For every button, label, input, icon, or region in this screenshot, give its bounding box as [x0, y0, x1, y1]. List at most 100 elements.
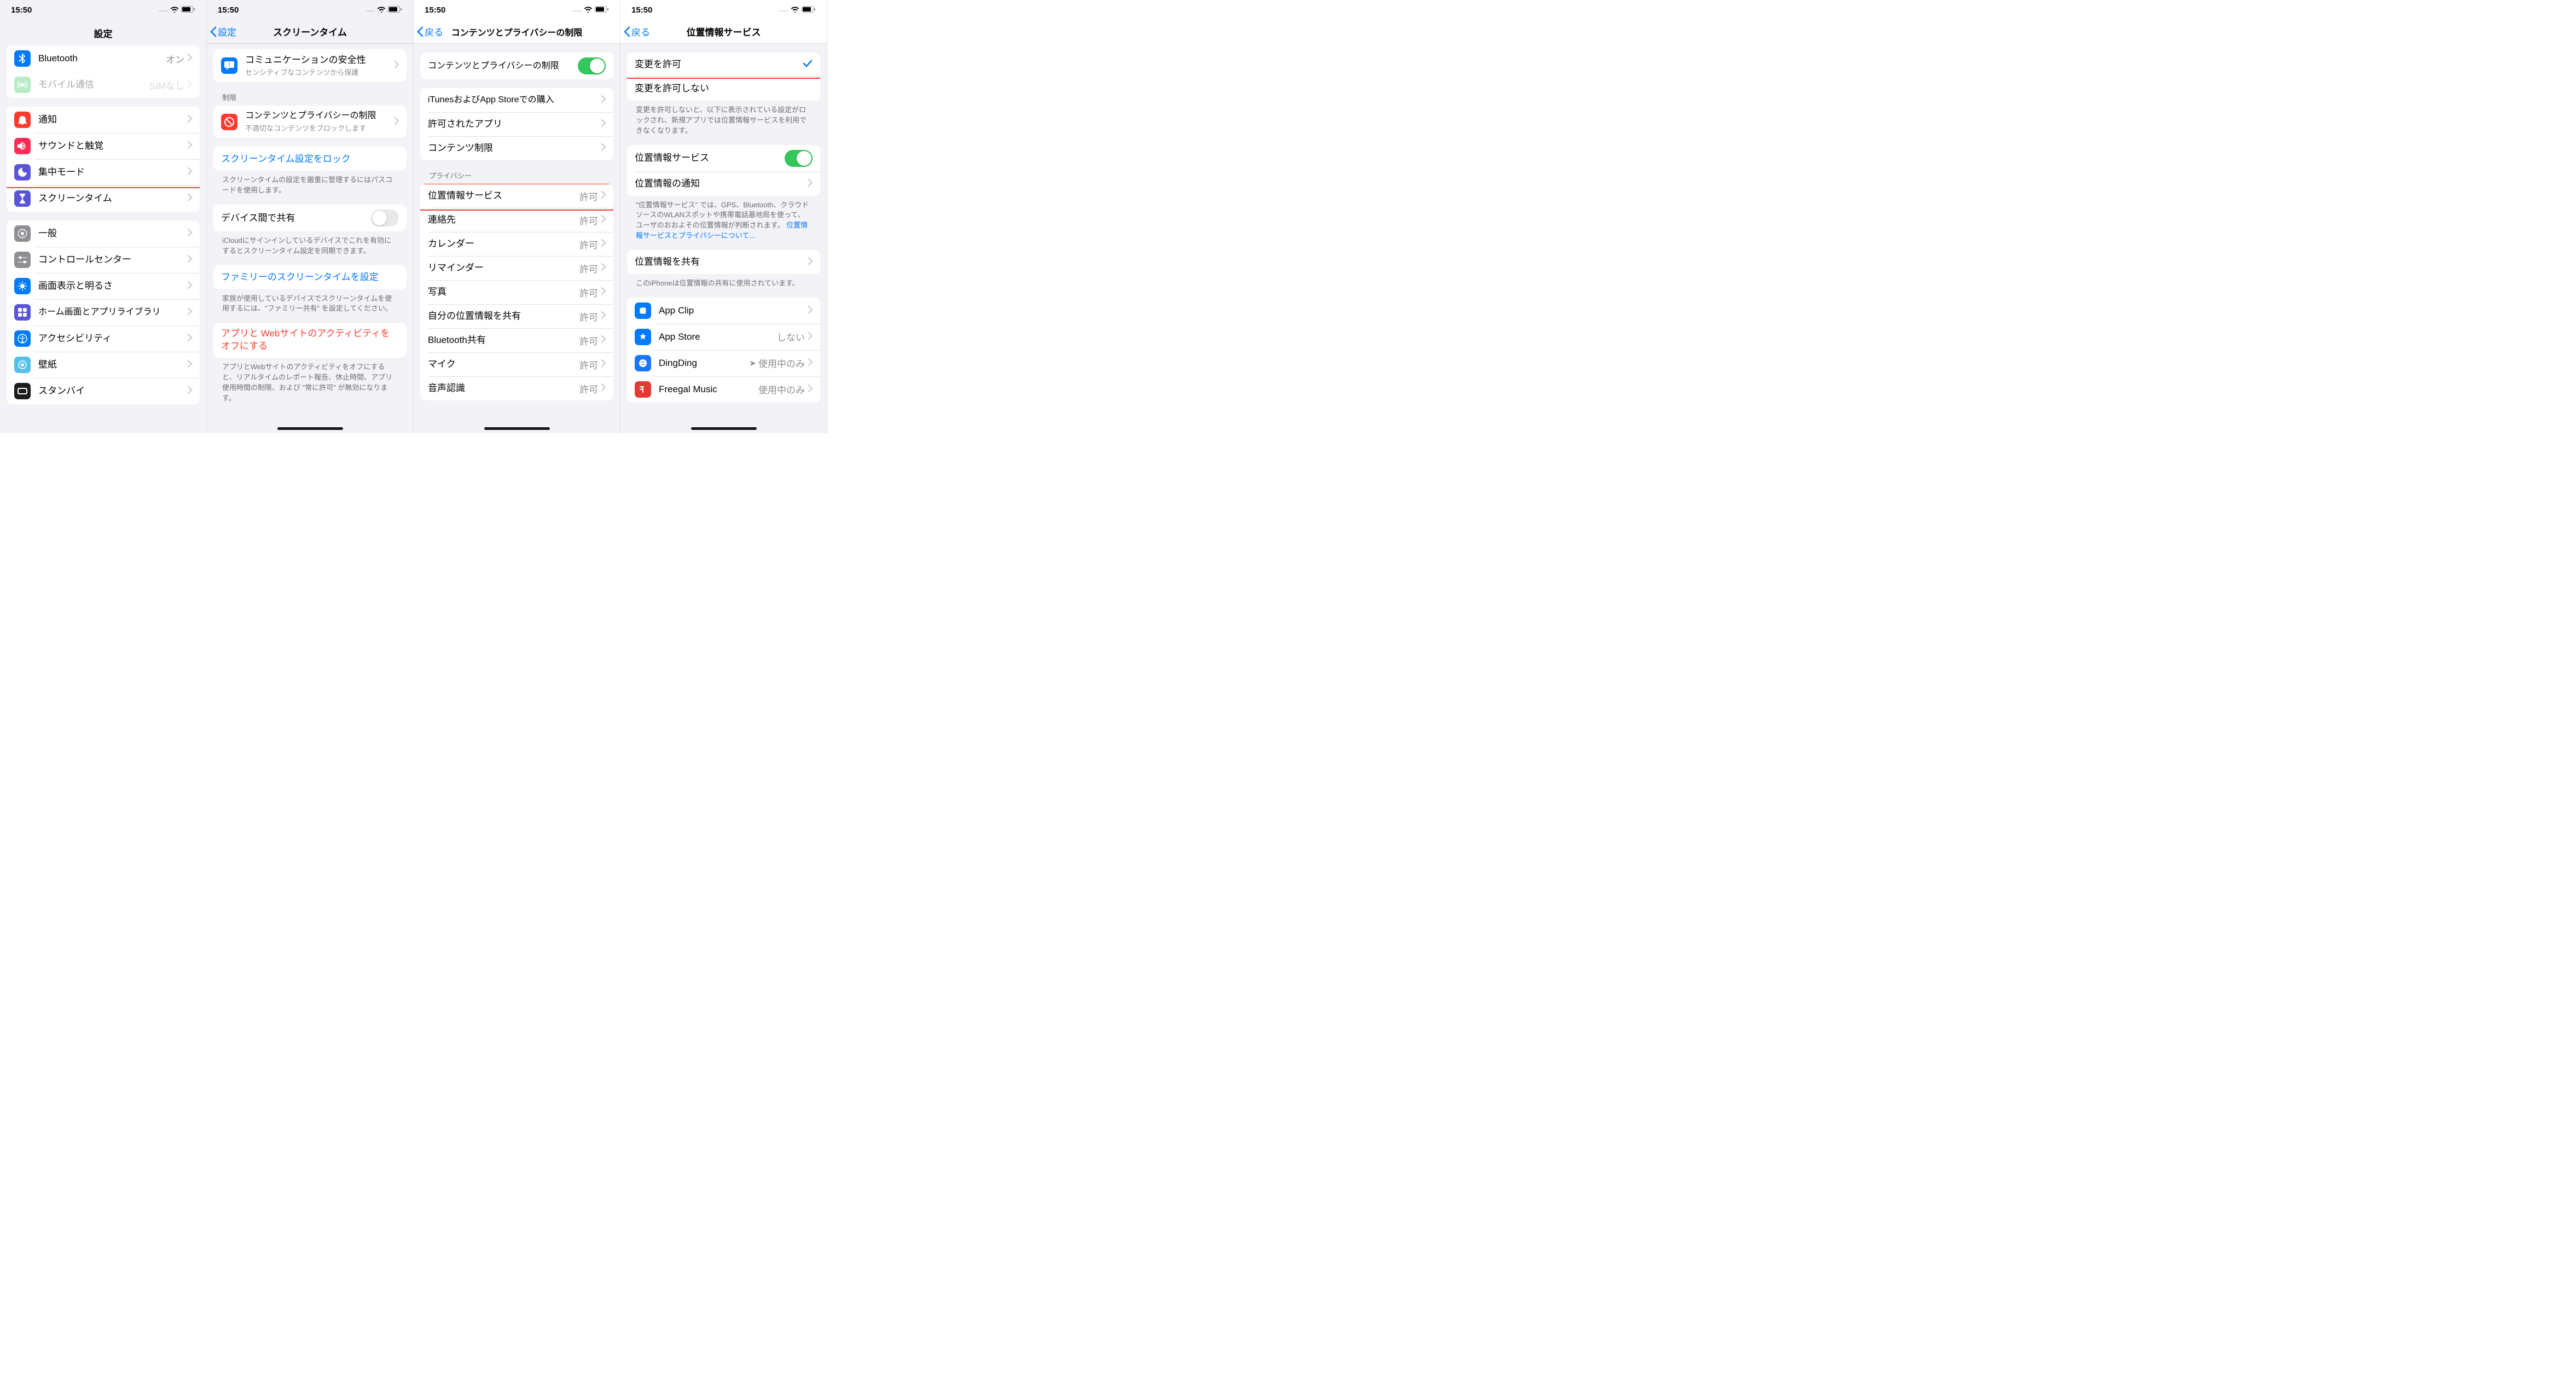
apps-grid-icon: [14, 304, 31, 321]
screen-content-privacy: 15:50 .... 戻る コンテンツとプライバシーの制限 コンテンツとプライバ…: [414, 0, 620, 433]
status-bar: 15:50 ....: [207, 0, 413, 20]
chevron-right-icon: [808, 331, 813, 342]
wifi-icon: [170, 6, 179, 14]
status-time: 15:50: [218, 5, 239, 15]
cell-screentime[interactable]: スクリーンタイム: [7, 185, 200, 212]
moon-icon: [14, 164, 31, 181]
cell-privacy-item[interactable]: 写真許可: [420, 280, 613, 304]
battery-icon: [595, 6, 609, 14]
cell-comm-safety[interactable]: ! コミュニケーションの安全性 センシティブなコンテンツから保護: [213, 49, 407, 82]
cell-lock-settings[interactable]: スクリーンタイム設定をロック: [213, 147, 407, 171]
cell-family-screentime[interactable]: ファミリーのスクリーンタイムを設定: [213, 265, 407, 289]
cell-share-across-devices[interactable]: デバイス間で共有: [213, 205, 407, 231]
status-time: 15:50: [425, 5, 445, 15]
back-button[interactable]: 戻る: [624, 25, 650, 38]
screen-settings-root: 15:50 .... 設定 Bluetooth オン モバイル通信 SIMなし: [0, 0, 207, 433]
cell-sounds[interactable]: サウンドと触覚: [7, 133, 200, 159]
hourglass-icon: [14, 190, 31, 207]
wifi-icon: [791, 6, 799, 14]
cell-accessibility[interactable]: アクセシビリティ: [7, 325, 200, 352]
cell-general[interactable]: 一般: [7, 220, 200, 247]
cell-cp-toggle[interactable]: コンテンツとプライバシーの制限: [420, 53, 613, 79]
footer-lock: スクリーンタイムの設定を厳重に管理するにはパスコードを使用します。: [207, 171, 413, 196]
cell-content-restrictions[interactable]: コンテンツ制限: [420, 136, 613, 160]
checkmark-icon: [803, 59, 813, 70]
wallpaper-icon: [14, 357, 31, 373]
screen-screentime: 15:50 .... 設定 スクリーンタイム ! コミュニケーションの安全性 セ…: [207, 0, 414, 433]
cell-privacy-item[interactable]: Bluetooth共有許可: [420, 328, 613, 352]
cell-app-location[interactable]: App Clip: [627, 298, 820, 324]
chevron-right-icon: [601, 190, 606, 201]
bell-icon: [14, 112, 31, 128]
cell-location-notifications[interactable]: 位置情報の通知: [627, 172, 820, 196]
chevron-right-icon: [188, 141, 192, 152]
cell-app-location[interactable]: App Storeしない: [627, 324, 820, 350]
cell-privacy-item[interactable]: リマインダー許可: [420, 256, 613, 280]
back-button[interactable]: 設定: [210, 25, 236, 38]
cell-location-services-toggle[interactable]: 位置情報サービス: [627, 145, 820, 172]
cell-allowed-apps[interactable]: 許可されたアプリ: [420, 112, 613, 136]
nav-bar: 設定 スクリーンタイム: [207, 20, 413, 44]
home-indicator[interactable]: [691, 427, 757, 430]
cell-content-privacy[interactable]: コンテンツとプライバシーの制限 不適切なコンテンツをブロックします: [213, 106, 407, 138]
cell-notifications[interactable]: 通知: [7, 107, 200, 133]
cell-privacy-item[interactable]: 音声認識許可: [420, 376, 613, 400]
cell-standby[interactable]: スタンバイ: [7, 378, 200, 404]
home-indicator[interactable]: [277, 427, 343, 430]
brightness-icon: [14, 278, 31, 294]
chevron-right-icon: [601, 359, 606, 370]
standby-icon: [14, 383, 31, 399]
nav-title: コンテンツとプライバシーの制限: [451, 25, 583, 38]
cell-share-my-location[interactable]: 位置情報を共有: [627, 250, 820, 274]
chevron-right-icon: [808, 358, 813, 369]
footer-share: iCloudにサインインしているデバイスでこれを有効にするとスクリーンタイム設定…: [207, 231, 413, 257]
cell-homescreen[interactable]: ホーム画面とアプリライブラリ: [7, 299, 200, 325]
wifi-icon: [377, 6, 386, 14]
chevron-right-icon: [601, 263, 606, 273]
cellular-icon: [14, 77, 31, 93]
cell-app-location[interactable]: DingDing➤使用中のみ: [627, 350, 820, 376]
cell-privacy-item[interactable]: 連絡先許可: [420, 208, 613, 232]
cell-display[interactable]: 画面表示と明るさ: [7, 273, 200, 299]
home-indicator[interactable]: [484, 427, 550, 430]
status-bar: 15:50 ....: [0, 0, 206, 20]
chevron-right-icon: [601, 95, 606, 106]
cell-turn-off-activity[interactable]: アプリと Webサイトのアクティビティをオフにする: [213, 323, 407, 358]
cell-privacy-item[interactable]: マイク許可: [420, 352, 613, 376]
gear-icon: [14, 225, 31, 242]
cell-focus[interactable]: 集中モード: [7, 159, 200, 185]
switch-cp-restrictions[interactable]: [578, 57, 606, 74]
cell-wallpaper[interactable]: 壁紙: [7, 352, 200, 378]
footer-allow-changes: 変更を許可しないと、以下に表示されている設定がロックされ、新規アプリでは位置情報…: [620, 101, 827, 136]
app-icon: [635, 302, 651, 319]
chevron-right-icon: [188, 359, 192, 370]
cell-bluetooth[interactable]: Bluetooth オン: [7, 45, 200, 72]
switch-share-devices[interactable]: [371, 210, 399, 226]
chevron-right-icon: [808, 178, 813, 189]
settings-content[interactable]: Bluetooth オン モバイル通信 SIMなし 通知 サウンドと触覚: [0, 45, 206, 433]
section-header-restrictions: 制限: [207, 82, 413, 106]
switch-location-services[interactable]: [785, 150, 813, 167]
back-button[interactable]: 戻る: [417, 25, 443, 38]
cell-privacy-item[interactable]: カレンダー許可: [420, 232, 613, 256]
screentime-content[interactable]: ! コミュニケーションの安全性 センシティブなコンテンツから保護 制限 コンテン…: [207, 44, 413, 433]
chevron-right-icon: [188, 114, 192, 125]
accessibility-icon: [14, 330, 31, 347]
footer-family: 家族が使用しているデバイスでスクリーンタイムを使用するには、"ファミリー共有" …: [207, 289, 413, 315]
cell-disallow-changes[interactable]: 変更を許可しない: [627, 77, 820, 101]
cell-allow-changes[interactable]: 変更を許可: [627, 53, 820, 77]
location-content[interactable]: 変更を許可 変更を許可しない 変更を許可しないと、以下に表示されている設定がロッ…: [620, 44, 827, 433]
chevron-right-icon: [188, 281, 192, 292]
cell-itunes-purchase[interactable]: iTunesおよびApp Storeでの購入: [420, 88, 613, 112]
wifi-icon: [584, 6, 593, 14]
chevron-right-icon: [188, 254, 192, 265]
section-header-privacy: プライバシー: [414, 160, 620, 184]
cp-content[interactable]: コンテンツとプライバシーの制限 iTunesおよびApp Storeでの購入 許…: [414, 44, 620, 433]
status-right: ....: [159, 6, 195, 14]
chevron-right-icon: [188, 167, 192, 178]
cell-cellular[interactable]: モバイル通信 SIMなし: [7, 72, 200, 98]
cell-control-center[interactable]: コントロールセンター: [7, 247, 200, 273]
cell-privacy-item[interactable]: 自分の位置情報を共有許可: [420, 304, 613, 328]
cell-privacy-item[interactable]: 位置情報サービス許可: [420, 184, 613, 208]
cell-app-location[interactable]: Freegal Music使用中のみ: [627, 376, 820, 403]
